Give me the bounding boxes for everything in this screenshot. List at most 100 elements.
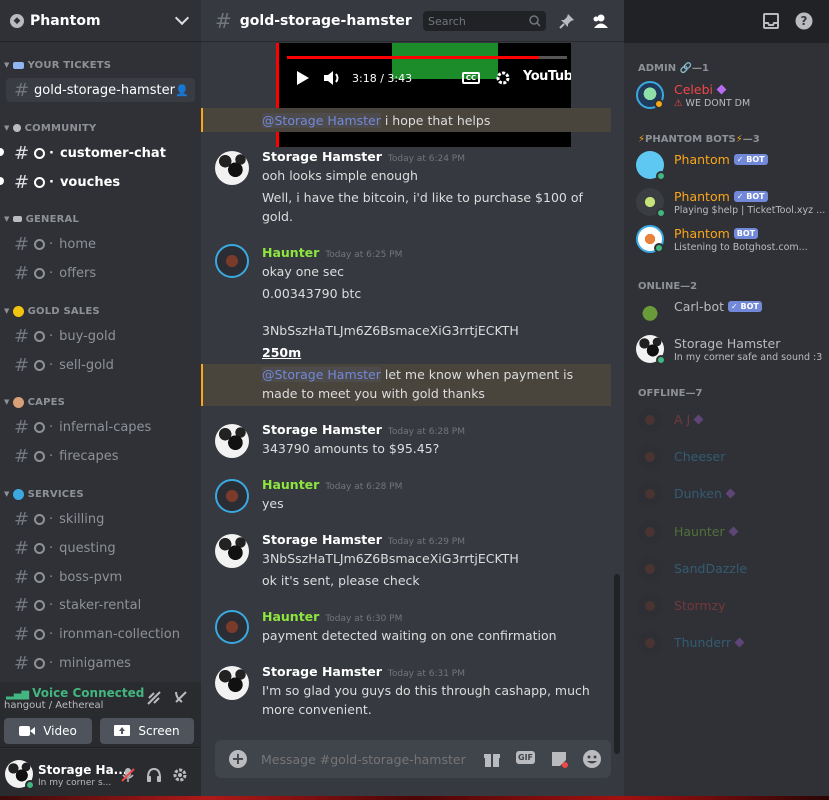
headphones-icon[interactable] — [146, 767, 162, 783]
captions-icon[interactable]: CC — [462, 72, 480, 84]
video-settings-icon[interactable] — [495, 70, 511, 86]
member-thunderr[interactable]: Thunderr — [636, 627, 826, 661]
message-author[interactable]: Storage Hamster Today at 6:31 PM — [262, 664, 465, 679]
category-services[interactable]: ▼ SERVICES — [0, 486, 201, 502]
emoji-icon[interactable] — [582, 749, 602, 769]
channel-vouches[interactable]: # · vouches — [6, 170, 195, 194]
member-name: A J — [674, 412, 704, 427]
channel-gold-storage-hamster[interactable]: # gold-storage-hamster 👤 — [6, 78, 195, 102]
bolt-icon: ⚡ — [638, 134, 646, 145]
server-header[interactable]: ◆ Phantom — [0, 0, 201, 42]
member-name: Carl-bot ✓ BOT — [674, 299, 762, 314]
play-icon[interactable] — [297, 71, 309, 85]
member-stormzy[interactable]: Stormzy — [636, 590, 826, 624]
channel-minigames[interactable]: # · minigames — [6, 651, 195, 675]
video-progress-track[interactable] — [287, 56, 567, 59]
mute-mic-icon[interactable] — [120, 767, 136, 783]
noise-suppression-icon[interactable] — [146, 690, 162, 706]
gear-icon — [34, 176, 45, 188]
search-input[interactable]: Search — [423, 11, 546, 31]
separator-dot: · — [49, 597, 54, 613]
member-name-text: Celebi — [674, 82, 713, 97]
member-cheeser[interactable]: Cheeser — [636, 441, 826, 475]
member-phantom-bot[interactable]: Phantom ✓ BOT — [636, 149, 826, 183]
channel-questing[interactable]: # · questing — [6, 536, 195, 560]
message-avatar[interactable] — [215, 666, 249, 700]
gift-icon[interactable] — [483, 750, 501, 768]
member-aj[interactable]: A J — [636, 404, 826, 438]
sticker-icon[interactable] — [550, 750, 568, 768]
message-avatar[interactable] — [215, 424, 249, 458]
video-button[interactable]: Video — [4, 718, 92, 744]
user-mention[interactable]: @Storage Hamster — [262, 113, 381, 128]
channel-sell-gold[interactable]: # · sell-gold — [6, 353, 195, 377]
member-name: Thunderr — [674, 635, 745, 650]
voice-channel-name[interactable]: hangout / Aethereal — [4, 700, 103, 711]
message-avatar[interactable] — [215, 479, 249, 513]
member-name-text: A J — [674, 412, 691, 427]
message-author[interactable]: Storage Hamster Today at 6:24 PM — [262, 149, 465, 164]
voice-status[interactable]: ▂▄▆ Voice Connected — [6, 686, 144, 700]
message-author[interactable]: Haunter Today at 6:30 PM — [262, 609, 402, 624]
disconnect-call-icon[interactable] — [173, 689, 189, 705]
member-dunken[interactable]: Dunken — [636, 478, 826, 512]
message-author[interactable]: Haunter Today at 6:28 PM — [262, 477, 402, 492]
add-member-icon[interactable]: 👤 — [175, 84, 189, 97]
scrollbar-thumb[interactable] — [614, 574, 620, 754]
channel-skilling[interactable]: # · skilling — [6, 507, 195, 531]
separator-dot: · — [49, 540, 54, 556]
gif-icon[interactable]: GIF — [516, 751, 536, 764]
category-gold-sales[interactable]: ▼ GOLD SALES — [0, 303, 201, 319]
message-author[interactable]: Storage Hamster Today at 6:29 PM — [262, 532, 465, 547]
message-timestamp: Today at 6:30 PM — [325, 614, 403, 624]
screen-share-button[interactable]: Screen — [100, 718, 194, 744]
member-carl-bot[interactable]: Carl-bot ✓ BOT — [636, 296, 826, 330]
scrollbar[interactable] — [614, 44, 622, 784]
channel-staker-rental[interactable]: # · staker-rental — [6, 593, 195, 617]
volume-icon[interactable] — [324, 70, 342, 86]
member-avatar — [636, 335, 666, 365]
category-general[interactable]: ▼ GENERAL — [0, 211, 201, 227]
member-haunter[interactable]: Haunter — [636, 516, 826, 550]
message-author[interactable]: Haunter Today at 6:25 PM — [262, 245, 402, 260]
member-name-text: Phantom — [674, 152, 730, 167]
member-list-icon[interactable] — [592, 13, 608, 29]
member-phantom-bot[interactable]: Phantom BOT Listening to Botghost.com... — [636, 223, 826, 257]
member-phantom-bot[interactable]: Phantom ✓ BOT Playing $help | TicketTool.… — [636, 186, 826, 220]
channel-offers[interactable]: # · offers — [6, 261, 195, 285]
category-your-tickets[interactable]: ▼ YOUR TICKETS — [0, 57, 201, 73]
message-avatar[interactable] — [215, 244, 249, 278]
message-text: ooh looks simple enough — [262, 168, 418, 183]
category-capes[interactable]: ▼ CAPES — [0, 394, 201, 410]
channel-buy-gold[interactable]: # · buy-gold — [6, 324, 195, 348]
message-author[interactable]: Storage Hamster Today at 6:28 PM — [262, 422, 465, 437]
user-mention[interactable]: @Storage Hamster — [262, 367, 381, 382]
inbox-icon[interactable] — [762, 12, 780, 30]
channel-home[interactable]: # · home — [6, 232, 195, 256]
chevron-down-icon[interactable] — [174, 10, 190, 26]
message-avatar[interactable] — [215, 534, 249, 568]
channel-firecapes[interactable]: # · firecapes — [6, 444, 195, 468]
channel-customer-chat[interactable]: # · customer-chat — [6, 141, 195, 165]
channel-ironman-collection[interactable]: # · ironman-collection — [6, 622, 195, 646]
member-avatar — [636, 443, 664, 471]
channel-boss-pvm[interactable]: # · boss-pvm — [6, 565, 195, 589]
help-icon[interactable]: ? — [795, 12, 813, 30]
member-group-bots: ⚡PHANTOM BOTS⚡—3 — [638, 134, 760, 145]
category-label: SERVICES — [27, 488, 84, 500]
member-celebi[interactable]: Celebi ⚠ WE DONT DM — [636, 79, 826, 113]
channel-infernal-capes[interactable]: # · infernal-capes — [6, 415, 195, 439]
settings-gear-icon[interactable] — [172, 767, 188, 783]
category-community[interactable]: ▼ COMMUNITY — [0, 120, 201, 136]
channel-label: gold-storage-hamster — [34, 82, 175, 98]
message-input[interactable] — [261, 748, 471, 770]
pin-icon[interactable] — [559, 13, 575, 29]
member-storage-hamster[interactable]: Storage Hamster In my corner safe and so… — [636, 333, 826, 367]
message-avatar[interactable] — [215, 610, 249, 644]
youtube-logo[interactable]: YouTube — [523, 69, 571, 84]
member-sanddazzle[interactable]: SandDazzle — [636, 553, 826, 587]
username[interactable]: Storage Ha... — [38, 763, 127, 777]
message-avatar[interactable] — [215, 151, 249, 185]
user-avatar[interactable] — [5, 760, 35, 790]
attach-plus-icon[interactable]: + — [229, 750, 247, 768]
